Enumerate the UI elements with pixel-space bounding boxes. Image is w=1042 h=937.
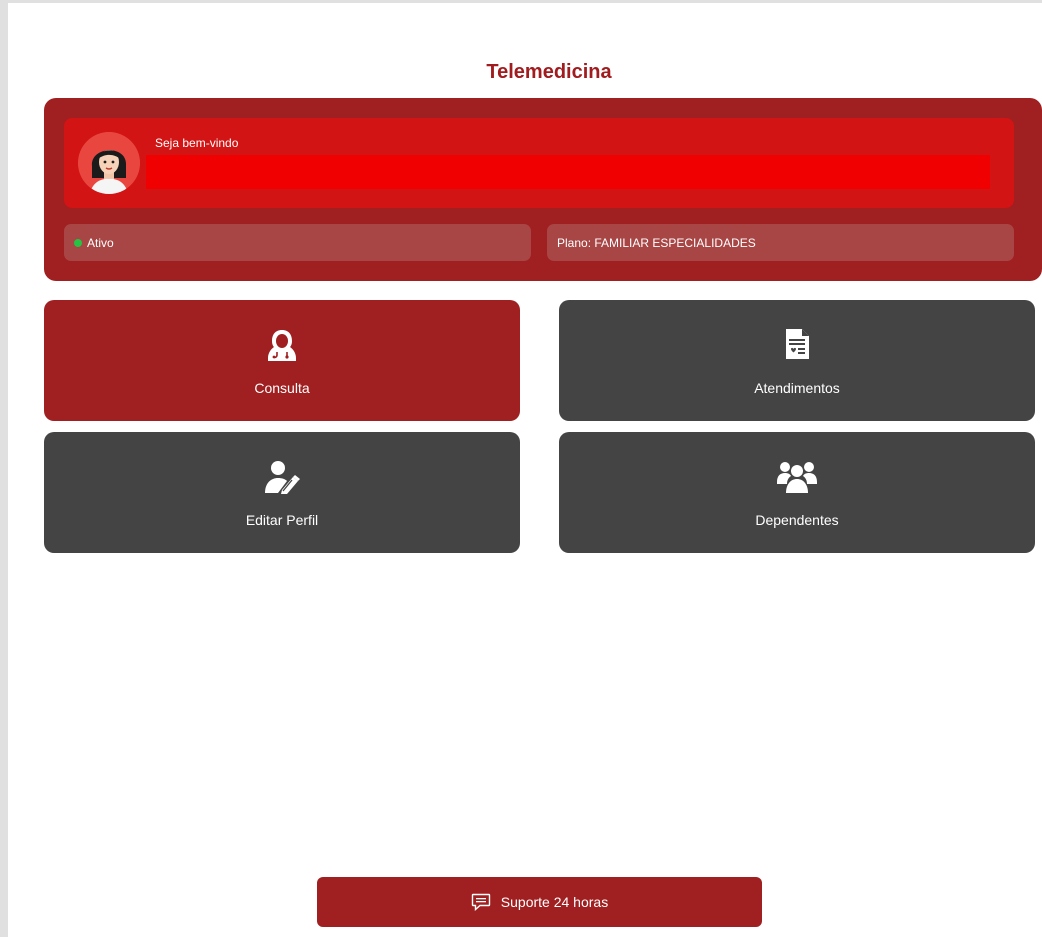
plan-pill: Plano: FAMILIAR ESPECIALIDADES <box>547 224 1014 261</box>
atendimentos-button[interactable]: Atendimentos <box>559 300 1035 421</box>
page-title: Telemedicina <box>486 61 612 83</box>
welcome-text: Seja bem-vindo <box>155 136 239 150</box>
user-edit-icon <box>44 460 520 494</box>
editar-perfil-label: Editar Perfil <box>245 512 319 528</box>
editar-perfil-button[interactable]: Editar Perfil <box>44 432 520 553</box>
medical-document-icon <box>559 328 1035 360</box>
user-name-bar <box>146 155 990 189</box>
profile-header-card: Seja bem-vindo Ativo Plano: FAMILIAR ESP… <box>44 98 1042 281</box>
doctor-icon <box>44 328 520 362</box>
consulta-label: Consulta <box>254 380 310 396</box>
status-label: Ativo <box>87 235 114 250</box>
dependentes-label: Dependentes <box>755 512 839 528</box>
users-group-icon <box>559 460 1035 494</box>
dependentes-button[interactable]: Dependentes <box>559 432 1035 553</box>
welcome-box: Seja bem-vindo <box>64 118 1014 208</box>
telemedicina-page: Telemedicina Seja bem-vindo Ativo Plano:… <box>0 0 1042 937</box>
status-pill: Ativo <box>64 224 531 261</box>
status-dot-icon <box>74 238 82 247</box>
support-label: Suporte 24 horas <box>500 894 609 910</box>
atendimentos-label: Atendimentos <box>754 380 840 396</box>
consulta-button[interactable]: Consulta <box>44 300 520 421</box>
plan-label: Plano: FAMILIAR ESPECIALIDADES <box>557 235 756 250</box>
support-button[interactable]: Suporte 24 horas <box>317 877 762 927</box>
woman-avatar-icon <box>78 132 140 194</box>
chat-icon <box>471 893 490 911</box>
